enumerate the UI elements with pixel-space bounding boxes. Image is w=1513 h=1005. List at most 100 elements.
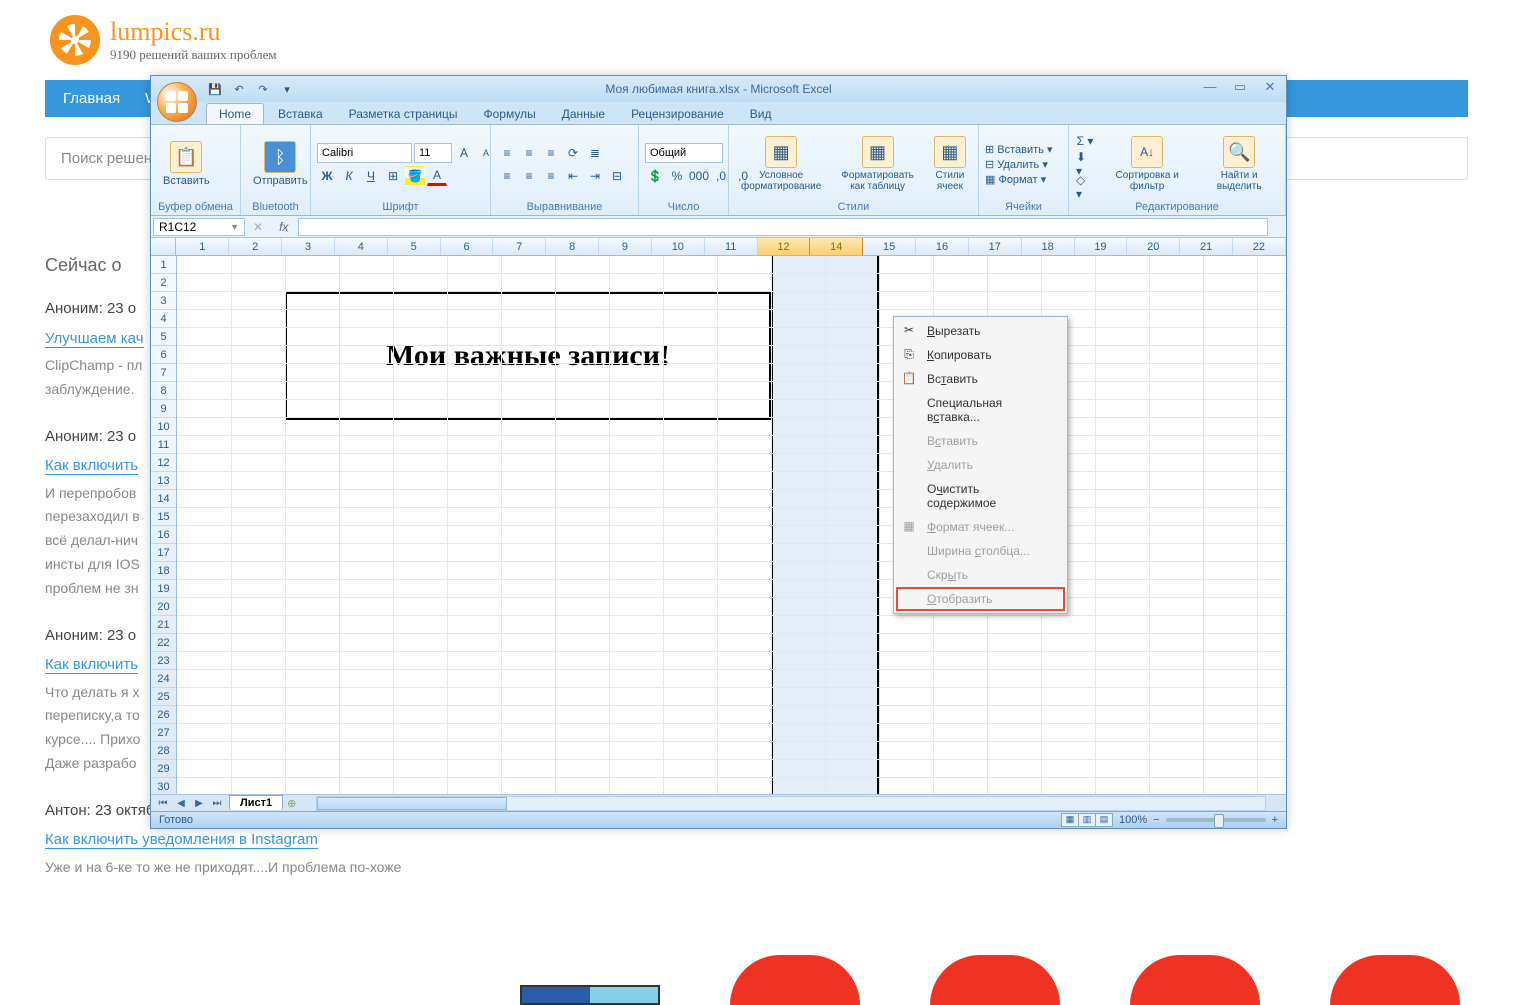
row-header-23[interactable]: 23 xyxy=(151,652,176,670)
align-middle-icon[interactable]: ≡ xyxy=(519,143,539,163)
row-header-10[interactable]: 10 xyxy=(151,418,176,436)
row-header-16[interactable]: 16 xyxy=(151,526,176,544)
row-header-4[interactable]: 4 xyxy=(151,310,176,328)
col-header-21[interactable]: 21 xyxy=(1180,238,1233,255)
find-select-button[interactable]: 🔍Найти и выделить xyxy=(1199,134,1279,194)
sheet-next-icon[interactable]: ▶ xyxy=(191,798,207,809)
paste-button[interactable]: 📋 Вставить xyxy=(157,139,216,189)
ctx-вставить[interactable]: 📋Вставить xyxy=(896,367,1065,391)
view-layout-icon[interactable]: ▥ xyxy=(1078,813,1096,827)
cell-styles-button[interactable]: ▦Стили ячеек xyxy=(928,134,972,194)
row-header-26[interactable]: 26 xyxy=(151,706,176,724)
maximize-icon[interactable]: ▭ xyxy=(1230,79,1250,95)
qat-more-icon[interactable]: ▾ xyxy=(278,80,296,98)
ctx-копировать[interactable]: ⎘Копировать xyxy=(896,343,1065,367)
font-size-combo[interactable]: 11 xyxy=(414,143,452,163)
merge-icon[interactable]: ⊟ xyxy=(607,166,627,186)
currency-icon[interactable]: 💲 xyxy=(645,166,665,186)
row-header-2[interactable]: 2 xyxy=(151,274,176,292)
col-header-14[interactable]: 14 xyxy=(810,238,863,255)
grow-font-icon[interactable]: A xyxy=(454,143,474,163)
col-header-1[interactable]: 1 xyxy=(176,238,229,255)
col-header-19[interactable]: 19 xyxy=(1075,238,1128,255)
col-header-5[interactable]: 5 xyxy=(388,238,441,255)
office-button[interactable] xyxy=(157,82,197,122)
save-icon[interactable]: 💾 xyxy=(206,80,224,98)
ribbon-tab-рецензирование[interactable]: Рецензирование xyxy=(619,104,736,124)
col-header-8[interactable]: 8 xyxy=(546,238,599,255)
comment-link[interactable]: Улучшаем кач xyxy=(45,330,144,348)
row-header-9[interactable]: 9 xyxy=(151,400,176,418)
align-left-icon[interactable]: ≡ xyxy=(497,166,517,186)
col-header-4[interactable]: 4 xyxy=(335,238,388,255)
row-header-6[interactable]: 6 xyxy=(151,346,176,364)
clear-icon[interactable]: ◇ ▾ xyxy=(1075,177,1095,197)
nav-home[interactable]: Главная xyxy=(63,90,120,107)
comment-link[interactable]: Как включить xyxy=(45,457,138,475)
sheet-last-icon[interactable]: ⏭ xyxy=(209,798,225,809)
formula-input[interactable] xyxy=(298,218,1268,236)
autosum-icon[interactable]: Σ ▾ xyxy=(1075,131,1095,151)
col-header-3[interactable]: 3 xyxy=(282,238,335,255)
sheet-tab[interactable]: Лист1 xyxy=(229,795,283,810)
bluetooth-send-button[interactable]: ᛒ Отправить xyxy=(247,139,314,189)
new-sheet-icon[interactable]: ⊕ xyxy=(287,797,296,810)
col-header-18[interactable]: 18 xyxy=(1022,238,1075,255)
cells-delete-button[interactable]: ⊟ Удалить ▾ xyxy=(985,158,1053,171)
fill-icon[interactable]: ⬇ ▾ xyxy=(1075,154,1095,174)
row-header-21[interactable]: 21 xyxy=(151,616,176,634)
sheet-prev-icon[interactable]: ◀ xyxy=(173,798,189,809)
fill-color-icon[interactable]: 🪣 xyxy=(405,166,425,186)
font-color-icon[interactable]: A xyxy=(427,166,447,186)
ribbon-tab-данные[interactable]: Данные xyxy=(550,104,617,124)
row-header-5[interactable]: 5 xyxy=(151,328,176,346)
col-header-17[interactable]: 17 xyxy=(969,238,1022,255)
row-header-27[interactable]: 27 xyxy=(151,724,176,742)
row-header-19[interactable]: 19 xyxy=(151,580,176,598)
percent-icon[interactable]: % xyxy=(667,166,687,186)
number-format-combo[interactable]: Общий xyxy=(645,143,723,163)
row-header-14[interactable]: 14 xyxy=(151,490,176,508)
col-header-6[interactable]: 6 xyxy=(441,238,494,255)
row-header-17[interactable]: 17 xyxy=(151,544,176,562)
cells-format-button[interactable]: ▦ Формат ▾ xyxy=(985,173,1053,186)
underline-icon[interactable]: Ч xyxy=(361,166,381,186)
row-header-15[interactable]: 15 xyxy=(151,508,176,526)
col-header-16[interactable]: 16 xyxy=(916,238,969,255)
view-break-icon[interactable]: ▤ xyxy=(1095,813,1113,827)
minimize-icon[interactable]: — xyxy=(1200,79,1220,95)
wrap-text-icon[interactable]: ≣ xyxy=(585,143,605,163)
col-header-22[interactable]: 22 xyxy=(1233,238,1286,255)
align-top-icon[interactable]: ≡ xyxy=(497,143,517,163)
ribbon-tab-home[interactable]: Home xyxy=(206,103,264,124)
row-header-28[interactable]: 28 xyxy=(151,742,176,760)
row-header-11[interactable]: 11 xyxy=(151,436,176,454)
zoom-level[interactable]: 100% xyxy=(1119,814,1147,826)
align-bottom-icon[interactable]: ≡ xyxy=(541,143,561,163)
align-right-icon[interactable]: ≡ xyxy=(541,166,561,186)
indent-inc-icon[interactable]: ⇥ xyxy=(585,166,605,186)
col-header-20[interactable]: 20 xyxy=(1127,238,1180,255)
comment-link[interactable]: Как включить xyxy=(45,656,138,674)
undo-icon[interactable]: ↶ xyxy=(230,80,248,98)
view-normal-icon[interactable]: ▦ xyxy=(1061,813,1079,827)
col-header-11[interactable]: 11 xyxy=(705,238,758,255)
indent-dec-icon[interactable]: ⇤ xyxy=(563,166,583,186)
zoom-slider[interactable] xyxy=(1166,818,1266,822)
row-header-8[interactable]: 8 xyxy=(151,382,176,400)
row-header-20[interactable]: 20 xyxy=(151,598,176,616)
spreadsheet-grid[interactable]: 123456789101112141516171819202122 123456… xyxy=(151,238,1286,794)
col-header-2[interactable]: 2 xyxy=(229,238,282,255)
zoom-out-icon[interactable]: − xyxy=(1153,814,1159,826)
sheet-first-icon[interactable]: ⏮ xyxy=(155,798,171,809)
col-header-7[interactable]: 7 xyxy=(493,238,546,255)
italic-icon[interactable]: К xyxy=(339,166,359,186)
zoom-in-icon[interactable]: + xyxy=(1272,814,1278,826)
row-header-29[interactable]: 29 xyxy=(151,760,176,778)
comma-icon[interactable]: 000 xyxy=(689,166,709,186)
row-header-7[interactable]: 7 xyxy=(151,364,176,382)
cancel-fx-icon[interactable]: ✕ xyxy=(247,220,269,234)
fx-icon[interactable]: fx xyxy=(269,220,298,234)
close-icon[interactable]: ✕ xyxy=(1260,79,1280,95)
ribbon-tab-вставка[interactable]: Вставка xyxy=(266,104,335,124)
